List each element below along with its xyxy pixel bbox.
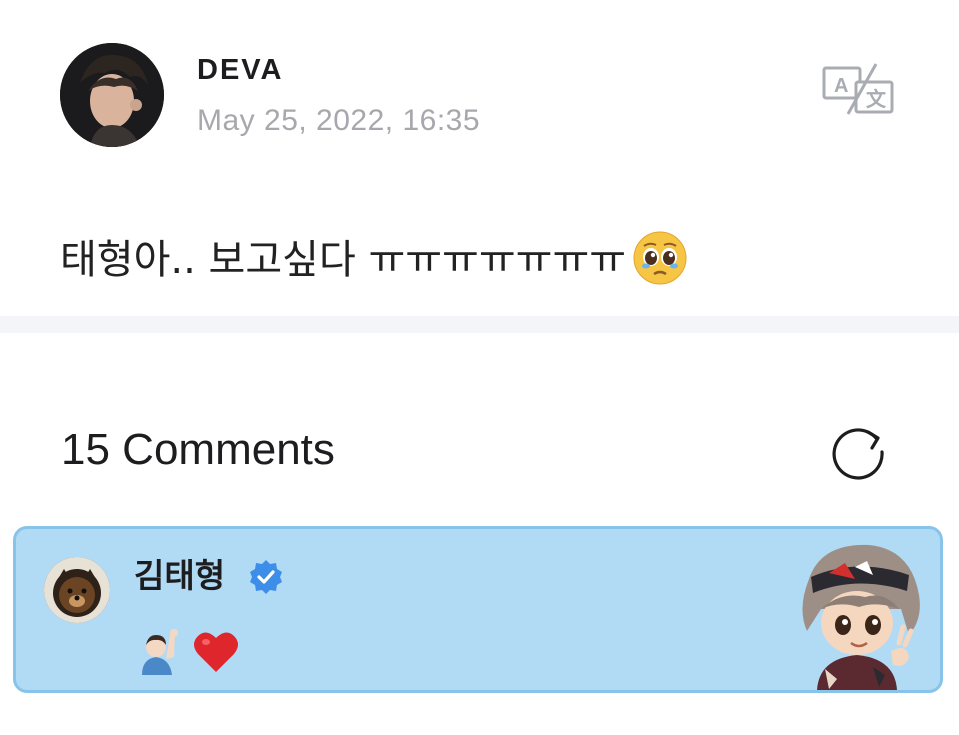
person-raising-hand-icon	[136, 627, 182, 675]
author-avatar[interactable]	[60, 43, 164, 147]
refresh-icon[interactable]	[828, 420, 888, 480]
commenter-avatar[interactable]	[44, 557, 110, 623]
commenter-name[interactable]: 김태형	[134, 555, 225, 597]
comment-item[interactable]: 김태형	[13, 526, 943, 693]
post-header: DEVA May 25, 2022, 16:35 A 文	[0, 0, 959, 180]
svg-text:文: 文	[866, 87, 887, 111]
author-name[interactable]: DEVA	[197, 53, 283, 87]
post-text-content: 태형아.. 보고싶다 ㅠㅠㅠㅠㅠㅠㅠ	[60, 237, 627, 283]
section-divider	[0, 316, 959, 333]
translate-icon[interactable]: A 文	[820, 62, 896, 118]
comment-content	[136, 625, 240, 677]
verified-badge-icon	[248, 559, 284, 595]
character-sticker	[781, 539, 929, 690]
red-heart-icon	[192, 628, 240, 674]
svg-text:A: A	[834, 75, 848, 97]
pleading-face-icon	[632, 230, 688, 286]
post-text: 태형아.. 보고싶다 ㅠㅠㅠㅠㅠㅠㅠ	[60, 230, 688, 290]
comments-count: 15 Comments	[61, 425, 335, 474]
post-date: May 25, 2022, 16:35	[197, 104, 481, 137]
